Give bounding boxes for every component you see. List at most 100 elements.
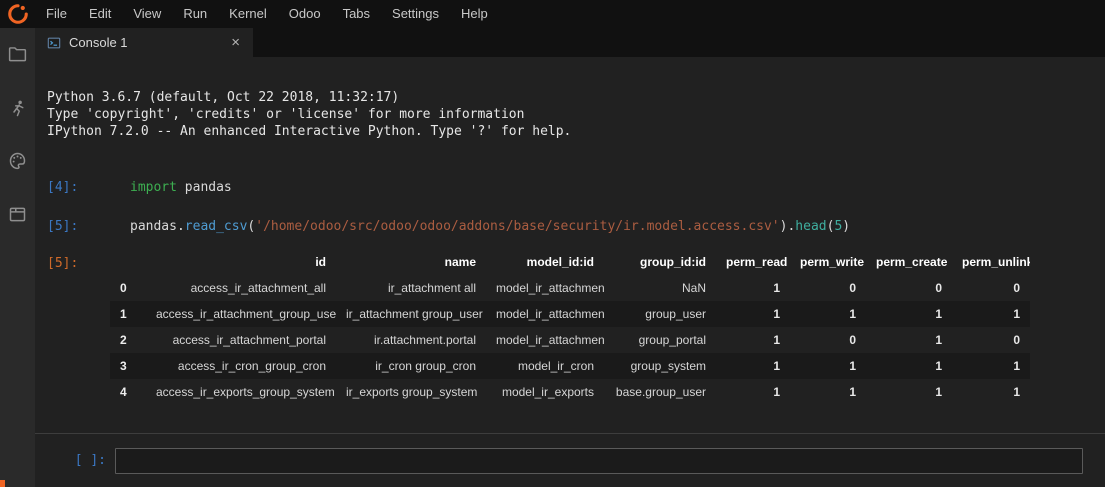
table-cell: 0 bbox=[952, 327, 1030, 353]
odoo-logo-icon bbox=[7, 3, 29, 25]
commands-palette-icon[interactable] bbox=[7, 150, 28, 171]
output-cell: [5]: idnamemodel_id:idgroup_id:idperm_re… bbox=[47, 249, 1085, 405]
table-column-header: perm_write bbox=[790, 249, 866, 275]
table-cell: group_portal bbox=[604, 327, 716, 353]
table-cell: model_ir_exports bbox=[486, 379, 604, 405]
cell-input-prompt: [4]: bbox=[47, 179, 130, 196]
row-index: 3 bbox=[110, 353, 146, 379]
menu-help[interactable]: Help bbox=[450, 0, 499, 28]
table-cell: 1 bbox=[866, 379, 952, 405]
table-cell: 0 bbox=[790, 275, 866, 301]
table-cell: ir_cron group_cron bbox=[336, 353, 486, 379]
code-line: import pandas bbox=[130, 179, 232, 196]
table-cell: access_ir_attachment_group_user bbox=[146, 301, 336, 327]
table-cell: access_ir_attachment_all bbox=[146, 275, 336, 301]
table-cell: 1 bbox=[952, 353, 1030, 379]
table-cell: access_ir_cron_group_cron bbox=[146, 353, 336, 379]
table-cell: model_ir_attachment bbox=[486, 301, 604, 327]
table-column-header: model_id:id bbox=[486, 249, 604, 275]
tab-close-icon[interactable]: × bbox=[226, 34, 245, 51]
menu-odoo[interactable]: Odoo bbox=[278, 0, 332, 28]
banner-line: IPython 7.2.0 -- An enhanced Interactive… bbox=[47, 123, 1085, 140]
top-menu-bar: FileEditViewRunKernelOdooTabsSettingsHel… bbox=[0, 0, 1105, 28]
row-index: 1 bbox=[110, 301, 146, 327]
table-cell: 1 bbox=[790, 301, 866, 327]
menu-edit[interactable]: Edit bbox=[78, 0, 122, 28]
table-cell: 0 bbox=[866, 275, 952, 301]
code-token: ) bbox=[842, 219, 850, 234]
table-cell: NaN bbox=[604, 275, 716, 301]
table-cell: 1 bbox=[952, 301, 1030, 327]
cell-input-prompt: [5]: bbox=[47, 218, 130, 235]
menu-file[interactable]: File bbox=[35, 0, 78, 28]
table-cell: ir.attachment.portal bbox=[336, 327, 486, 353]
table-cell: ir_exports group_system bbox=[336, 379, 486, 405]
table-cell: group_system bbox=[604, 353, 716, 379]
table-cell: ir_attachment group_user bbox=[336, 301, 486, 327]
code-token: pandas bbox=[177, 180, 232, 195]
row-index: 0 bbox=[110, 275, 146, 301]
menu-run[interactable]: Run bbox=[172, 0, 218, 28]
table-cell: 1 bbox=[716, 301, 790, 327]
tab-bar: Console 1 × bbox=[35, 28, 1105, 57]
table-index-header bbox=[110, 249, 146, 275]
left-sidebar bbox=[0, 28, 35, 487]
code-token: head bbox=[795, 219, 826, 234]
table-cell: 1 bbox=[952, 379, 1030, 405]
table-cell: access_ir_exports_group_system bbox=[146, 379, 336, 405]
bottom-left-accent bbox=[0, 480, 5, 487]
table-cell: 0 bbox=[952, 275, 1030, 301]
code-cell: [4]:import pandas bbox=[47, 179, 1085, 196]
code-cell: [5]:pandas.read_csv('/home/odoo/src/odoo… bbox=[47, 218, 1085, 235]
table-row: 3access_ir_cron_group_cronir_cron group_… bbox=[110, 353, 1030, 379]
running-sessions-icon[interactable] bbox=[7, 98, 28, 119]
table-cell: 1 bbox=[790, 353, 866, 379]
banner-line: Python 3.6.7 (default, Oct 22 2018, 11:3… bbox=[47, 89, 1085, 106]
table-cell: base.group_user bbox=[604, 379, 716, 405]
table-row: 0access_ir_attachment_allir_attachment a… bbox=[110, 275, 1030, 301]
code-line: pandas.read_csv('/home/odoo/src/odoo/odo… bbox=[130, 218, 850, 235]
console-scroll-area: Python 3.6.7 (default, Oct 22 2018, 11:3… bbox=[35, 57, 1105, 405]
table-row: 4access_ir_exports_group_systemir_export… bbox=[110, 379, 1030, 405]
cells: [4]:import pandas [5]:pandas.read_csv('/h… bbox=[47, 179, 1085, 235]
table-column-header: group_id:id bbox=[604, 249, 716, 275]
table-header-row: idnamemodel_id:idgroup_id:idperm_readper… bbox=[110, 249, 1030, 275]
dataframe-table: idnamemodel_id:idgroup_id:idperm_readper… bbox=[110, 249, 1030, 405]
code-token: '/home/odoo/src/odoo/odoo/addons/base/se… bbox=[255, 219, 779, 234]
odoo-logo bbox=[0, 0, 35, 28]
row-index: 4 bbox=[110, 379, 146, 405]
row-index: 2 bbox=[110, 327, 146, 353]
table-row: 2access_ir_attachment_portalir.attachmen… bbox=[110, 327, 1030, 353]
console-input-area: [ ]: bbox=[35, 433, 1105, 487]
code-token: read_csv bbox=[185, 219, 248, 234]
table-cell: access_ir_attachment_portal bbox=[146, 327, 336, 353]
tab-label: Console 1 bbox=[69, 35, 128, 50]
table-row: 1access_ir_attachment_group_userir_attac… bbox=[110, 301, 1030, 327]
table-column-header: name bbox=[336, 249, 486, 275]
table-column-header: perm_create bbox=[866, 249, 952, 275]
code-token: import bbox=[130, 180, 177, 195]
file-browser-icon[interactable] bbox=[7, 44, 28, 65]
menu-tabs[interactable]: Tabs bbox=[332, 0, 381, 28]
menu-view[interactable]: View bbox=[122, 0, 172, 28]
table-cell: model_ir_attachment bbox=[486, 275, 604, 301]
menu-bar: FileEditViewRunKernelOdooTabsSettingsHel… bbox=[35, 0, 499, 28]
table-cell: 0 bbox=[790, 327, 866, 353]
console-input[interactable] bbox=[115, 448, 1083, 474]
tab-console-1[interactable]: Console 1 × bbox=[35, 28, 253, 57]
table-cell: 1 bbox=[716, 327, 790, 353]
table-body: 0access_ir_attachment_allir_attachment a… bbox=[110, 275, 1030, 405]
menu-kernel[interactable]: Kernel bbox=[218, 0, 278, 28]
code-token: pandas. bbox=[130, 219, 185, 234]
console-tab-icon bbox=[47, 36, 61, 50]
console-panel: Python 3.6.7 (default, Oct 22 2018, 11:3… bbox=[35, 57, 1105, 487]
menu-settings[interactable]: Settings bbox=[381, 0, 450, 28]
table-cell: 1 bbox=[716, 353, 790, 379]
table-column-header: id bbox=[146, 249, 336, 275]
open-tabs-icon[interactable] bbox=[7, 204, 28, 225]
table-column-header: perm_unlink bbox=[952, 249, 1030, 275]
table-cell: 1 bbox=[866, 353, 952, 379]
empty-input-prompt: [ ]: bbox=[47, 453, 106, 468]
banner: Python 3.6.7 (default, Oct 22 2018, 11:3… bbox=[47, 89, 1085, 140]
table-cell: 1 bbox=[716, 379, 790, 405]
